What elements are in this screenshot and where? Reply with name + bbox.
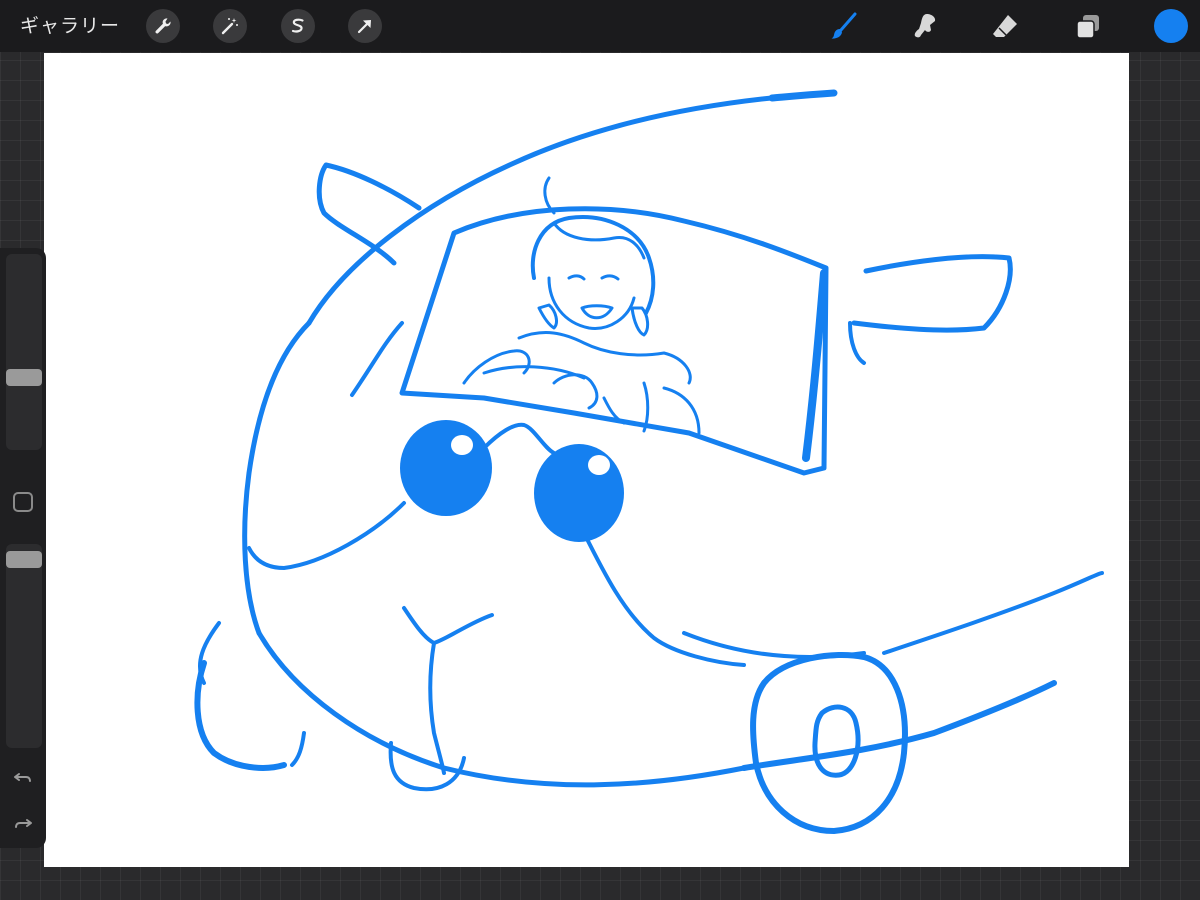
eraser-button[interactable] — [987, 8, 1023, 44]
undo-button[interactable] — [10, 764, 36, 790]
top-toolbar: ギャラリー — [0, 0, 1200, 52]
layers-icon — [1076, 15, 1099, 39]
color-swatch-button[interactable] — [1154, 9, 1188, 43]
brush-button[interactable] — [826, 8, 862, 44]
opacity-slider[interactable] — [6, 544, 42, 748]
brush-icon — [831, 12, 857, 39]
redo-button[interactable] — [10, 810, 36, 836]
adjustments-button[interactable] — [213, 9, 247, 43]
layers-button[interactable] — [1070, 8, 1106, 44]
selection-button[interactable] — [281, 9, 315, 43]
wrench-icon — [155, 18, 171, 34]
brush-size-thumb[interactable] — [6, 369, 42, 386]
redo-icon — [15, 819, 32, 828]
left-sidebar — [0, 248, 46, 848]
opacity-thumb[interactable] — [6, 551, 42, 568]
smudge-button[interactable] — [907, 8, 943, 44]
actions-button[interactable] — [146, 9, 180, 43]
selection-s-icon — [291, 18, 304, 33]
magic-wand-icon — [221, 18, 238, 35]
drawing-canvas[interactable] — [44, 53, 1129, 867]
undo-icon — [14, 773, 31, 782]
smudge-icon — [914, 14, 936, 38]
gallery-button[interactable]: ギャラリー — [20, 12, 120, 40]
transform-button[interactable] — [348, 9, 382, 43]
square-modifier-icon[interactable] — [13, 492, 33, 512]
arrow-cursor-icon — [357, 20, 371, 34]
car-sketch-artwork — [194, 89, 1104, 834]
brush-size-slider[interactable] — [6, 254, 42, 450]
eraser-icon — [993, 15, 1017, 37]
